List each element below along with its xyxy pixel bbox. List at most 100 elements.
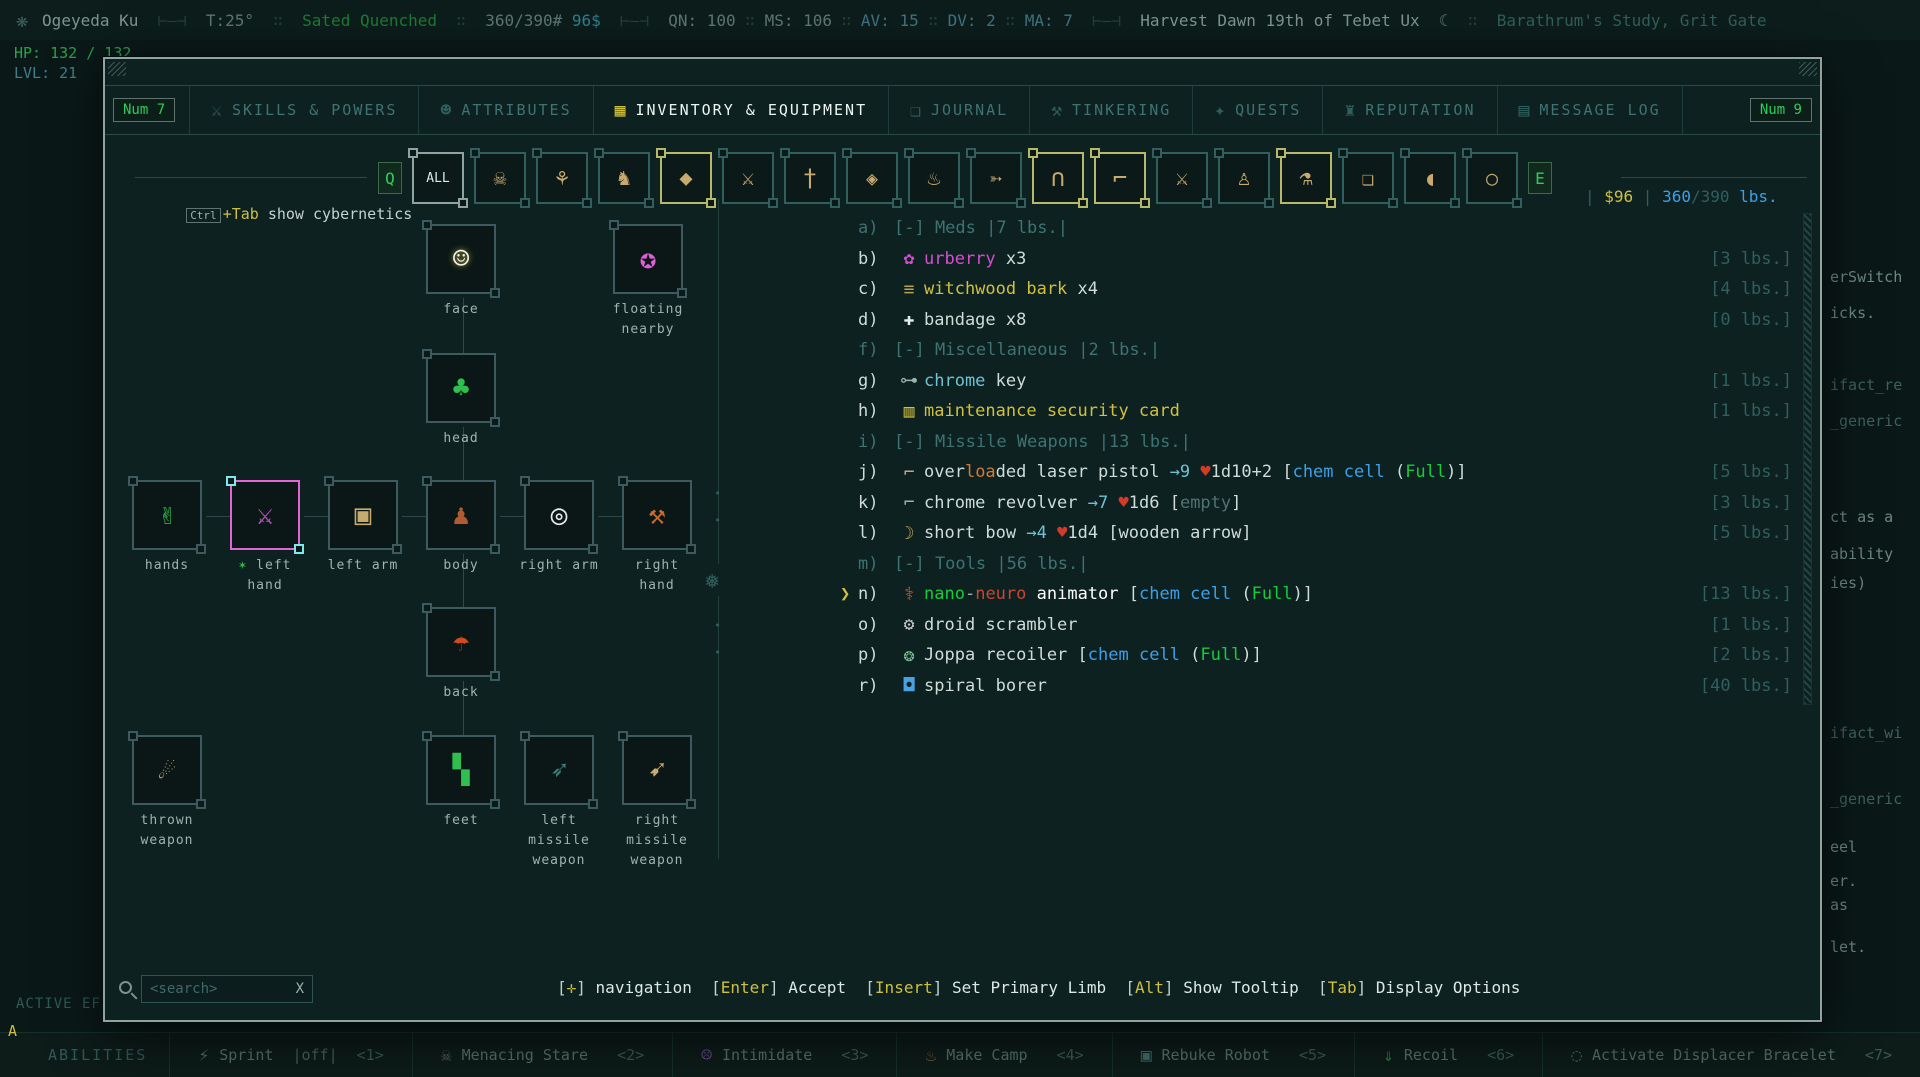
corner-notch [706,198,716,208]
ability-sprint[interactable]: ⚡ Sprint |off| <1> [169,1033,411,1077]
tab-icon: ⚔ [211,99,222,121]
selection-cursor: ❯ [840,584,851,605]
slot-right-hand[interactable]: ⚒ right hand [618,476,696,593]
inventory-row[interactable]: c) ≡ witchwood bark x4 [4 lbs.] [840,274,1800,305]
search-icon [119,981,132,994]
slot-feet[interactable]: ▚ feet [422,731,500,828]
inventory-row[interactable]: a) [-] Meds |7 lbs.| [840,213,1800,244]
tab-label: MESSAGE LOG [1539,101,1661,119]
tab[interactable]: ✦ QUESTS [1192,86,1322,134]
slot-right-missile-weapon[interactable]: ➹ right missile weapon [618,731,696,868]
ability-icon: ⇓ [1383,1044,1394,1066]
next-tab-key-badge[interactable]: Num 9 [1749,98,1812,122]
filter-category-icon: ⚔ [741,165,755,191]
slot-body[interactable]: ♟ body [422,476,500,573]
tab[interactable]: ⚔ SKILLS & POWERS [189,86,418,134]
tab[interactable]: ⚒ TINKERING [1029,86,1192,134]
filter-bags[interactable]: ◆ [656,148,716,208]
tab-label: REPUTATION [1365,101,1476,119]
filter-pottery[interactable]: ♨ [904,148,964,208]
inventory-row[interactable]: j) ⌐ overloaded laser pistol →9 ♥1d10+2 … [840,457,1800,488]
background-text-fragment: ifact_wi [1830,724,1903,742]
item-weight: [13 lbs.] [1699,584,1792,605]
inventory-row[interactable]: d) ✚ bandage x8 [0 lbs.] [840,305,1800,336]
tab[interactable]: ☻ ATTRIBUTES [418,86,592,134]
corner-notch [780,148,790,158]
ability-activate-displacer-bracelet[interactable]: ◌ Activate Displacer Bracelet <7> [1542,1033,1920,1077]
filter-swords[interactable]: ⚔ [1152,148,1212,208]
corner-notch [644,198,654,208]
item-name: spiral borer [924,675,1047,696]
filter-trinkets[interactable]: ◈ [842,148,902,208]
filter-daggers[interactable]: † [780,148,840,208]
tab[interactable]: ▦ INVENTORY & EQUIPMENT [592,86,889,134]
filter-shards[interactable]: ⚔ [718,148,778,208]
scrollbar[interactable] [1803,213,1812,705]
inventory-row[interactable]: f) [-] Miscellaneous |2 lbs.| [840,335,1800,366]
inventory-row[interactable]: g) ⊶ chrome key [1 lbs.] [840,366,1800,397]
ability-make-camp[interactable]: ♨ Make Camp <4> [896,1033,1111,1077]
filter-corpses[interactable]: ☠ [470,148,530,208]
inventory-row[interactable]: ❯ n) ⚕ nano-neuro animator [chem cell (F… [840,579,1800,610]
filter-rifles[interactable]: ➳ [966,148,1026,208]
inventory-row[interactable]: p) ❂ Joppa recoiler [chem cell (Full)] [… [840,640,1800,671]
corner-notch [594,148,604,158]
ability-intimidate[interactable]: ☹ Intimidate <3> [672,1033,896,1077]
prev-tab-key-badge[interactable]: Num 7 [113,98,176,122]
filter-books[interactable]: ❏ [1338,148,1398,208]
tab[interactable]: ▤ MESSAGE LOG [1496,86,1683,134]
slot-box: ▣ [324,476,402,554]
search-clear-button[interactable]: X [296,981,304,997]
inventory-row[interactable]: l) ☽ short bow →4 ♥1d4 [wooden arrow] [5… [840,518,1800,549]
slot-floating-nearby[interactable]: ✪ floating nearby [609,220,687,337]
inventory-row[interactable]: o) ⚙ droid scrambler [1 lbs.] [840,610,1800,641]
ability-rebuke-robot[interactable]: ▣ Rebuke Robot <5> [1111,1033,1354,1077]
filter-creatures[interactable]: ♞ [594,148,654,208]
slot-left-missile-weapon[interactable]: ➶ left missile weapon [520,731,598,868]
filter-pistols[interactable]: ⌐ [1090,148,1150,208]
item-name: droid scrambler [924,614,1078,635]
filter-rings[interactable]: ○ [1462,148,1522,208]
filter-all[interactable]: ALL [408,148,468,208]
inventory-row[interactable]: b) ✿ urberry x3 [3 lbs.] [840,244,1800,275]
equipped-item-icon: ➶ [550,753,568,786]
tab[interactable]: ♜ REPUTATION [1322,86,1496,134]
inventory-row[interactable]: k) ⌐ chrome revolver →7 ♥1d6 [empty] [3 … [840,488,1800,519]
slot-label: left arm [327,558,399,573]
corner-notch [128,731,138,741]
filter-next-key-button[interactable]: E [1528,162,1552,194]
filter-category-icon: † [802,164,818,192]
filter-tonics[interactable]: ⚗ [1276,148,1336,208]
corner-notch [532,148,542,158]
slot-face[interactable]: ☺ face [422,220,500,317]
filter-armor[interactable]: ♙ [1214,148,1274,208]
inventory-row[interactable]: m) [-] Tools |56 lbs.| [840,549,1800,580]
equipped-item-icon: ▚ [452,753,470,786]
slot-thrown-weapon[interactable]: ☄ thrown weapon [128,731,206,848]
filter-boots[interactable]: ◖ [1400,148,1460,208]
slot-back[interactable]: ☂ back [422,603,500,700]
search-input[interactable] [150,981,292,997]
filter-plants[interactable]: ⚘ [532,148,592,208]
slot-right-arm[interactable]: ◎ right arm [519,476,598,573]
ability-menacing-stare[interactable]: ☠ Menacing Stare <2> [411,1033,672,1077]
inventory-row[interactable]: i) [-] Missile Weapons |13 lbs.| [840,427,1800,458]
slot-label: left missile weapon [528,813,590,869]
slot-label: feet [443,813,479,828]
slot-left-arm[interactable]: ▣ left arm [324,476,402,573]
ability-hotkey: <1> [356,1046,384,1064]
item-name: [-] Meds |7 lbs.| [894,218,1068,239]
slot-left-hand[interactable]: ⚔ ✶ left hand [226,476,304,593]
slot-label: floating nearby [612,302,684,338]
inventory-row[interactable]: h) ▥ maintenance security card [1 lbs.] [840,396,1800,427]
slot-head[interactable]: ♣ head [422,349,500,446]
filter-helmets[interactable]: ∩ [1028,148,1088,208]
slot-hands[interactable]: ✌ hands [128,476,206,573]
ability-recoil[interactable]: ⇓ Recoil <6> [1354,1033,1542,1077]
inventory-row[interactable]: r) ◘ spiral borer [40 lbs.] [840,671,1800,702]
slot-box: ⚔ [226,476,304,554]
filter-category-icon: ☠ [493,165,507,191]
tab[interactable]: ❏ JOURNAL [888,86,1029,134]
ability-hotkey: <6> [1487,1046,1515,1064]
item-icon: ◘ [903,675,915,697]
